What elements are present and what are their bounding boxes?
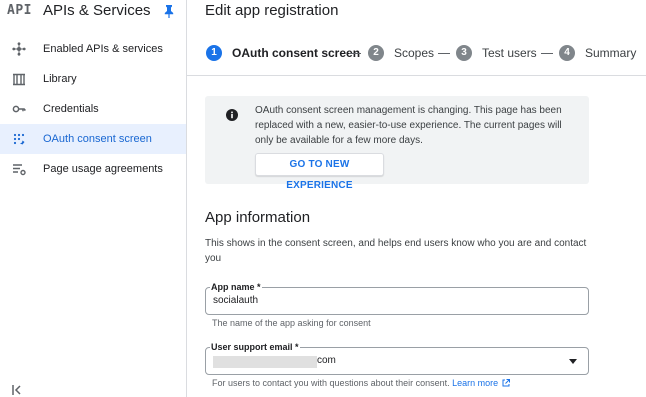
- user-support-email-hint: For users to contact you with questions …: [212, 378, 510, 388]
- sidebar-item-label: Credentials: [43, 103, 99, 115]
- sidebar-item-label: OAuth consent screen: [43, 133, 152, 145]
- app-name-field[interactable]: socialauth: [205, 287, 589, 315]
- step-4-label[interactable]: Summary: [585, 46, 636, 60]
- step-2-label[interactable]: Scopes: [394, 46, 434, 60]
- step-1-number: 1: [206, 45, 222, 61]
- go-to-new-experience-button[interactable]: GO TO NEW EXPERIENCE: [255, 153, 384, 191]
- pin-icon[interactable]: [163, 4, 175, 18]
- key-icon: [12, 105, 26, 113]
- app-name-value: socialauth: [213, 295, 259, 306]
- top-bar: Edit app registration: [187, 0, 646, 24]
- settings-list-icon: [13, 164, 26, 176]
- email-suffix: com: [317, 355, 336, 366]
- info-icon: [226, 109, 238, 121]
- stepper: 1 OAuth consent screen 2 Scopes 3 Test u…: [187, 30, 646, 76]
- sidebar-item-enabled-apis[interactable]: Enabled APIs & services: [0, 34, 186, 64]
- step-3-number: 3: [456, 45, 472, 61]
- dropdown-arrow-icon[interactable]: [569, 359, 577, 364]
- learn-more-link[interactable]: Learn more: [452, 378, 498, 388]
- sidebar-item-library[interactable]: Library: [0, 64, 186, 94]
- sidebar-item-label: Library: [43, 73, 77, 85]
- user-support-email-label: User support email *: [210, 342, 300, 352]
- section-title: App information: [205, 209, 311, 226]
- sidebar-item-oauth-consent[interactable]: OAuth consent screen: [0, 124, 186, 154]
- step-1-label[interactable]: OAuth consent screen: [232, 46, 360, 60]
- library-icon: [13, 73, 25, 86]
- notice-text: OAuth consent screen management is chang…: [255, 105, 562, 146]
- section-description: This shows in the consent screen, and he…: [205, 238, 587, 264]
- notice-banner: OAuth consent screen management is chang…: [205, 96, 589, 191]
- step-connector: [349, 53, 361, 54]
- step-4-number: 4: [559, 45, 575, 61]
- sidebar-item-label: Enabled APIs & services: [43, 43, 163, 55]
- app-name-label: App name *: [210, 282, 262, 292]
- step-connector: [541, 53, 553, 54]
- app-name-hint: The name of the app asking for consent: [212, 318, 371, 328]
- api-logo: API: [7, 3, 32, 18]
- hub-icon: [12, 42, 26, 56]
- external-link-icon: [502, 379, 510, 387]
- step-connector: [438, 53, 450, 54]
- consent-icon: [13, 133, 25, 145]
- sidebar-item-page-usage[interactable]: Page usage agreements: [0, 154, 186, 184]
- page-title: Edit app registration: [205, 2, 339, 19]
- sidebar-header: API APIs & Services: [0, 0, 186, 24]
- step-3-label[interactable]: Test users: [482, 46, 537, 60]
- sidebar: API APIs & Services Enabled APIs & servi…: [0, 0, 187, 397]
- user-support-email-hint-text: For users to contact you with questions …: [212, 378, 450, 388]
- sidebar-title: APIs & Services: [43, 2, 151, 19]
- sidebar-item-label: Page usage agreements: [43, 163, 163, 175]
- collapse-sidebar-icon[interactable]: [12, 385, 24, 395]
- sidebar-item-credentials[interactable]: Credentials: [0, 94, 186, 124]
- step-2-number: 2: [368, 45, 384, 61]
- redacted-email-block: [213, 356, 317, 368]
